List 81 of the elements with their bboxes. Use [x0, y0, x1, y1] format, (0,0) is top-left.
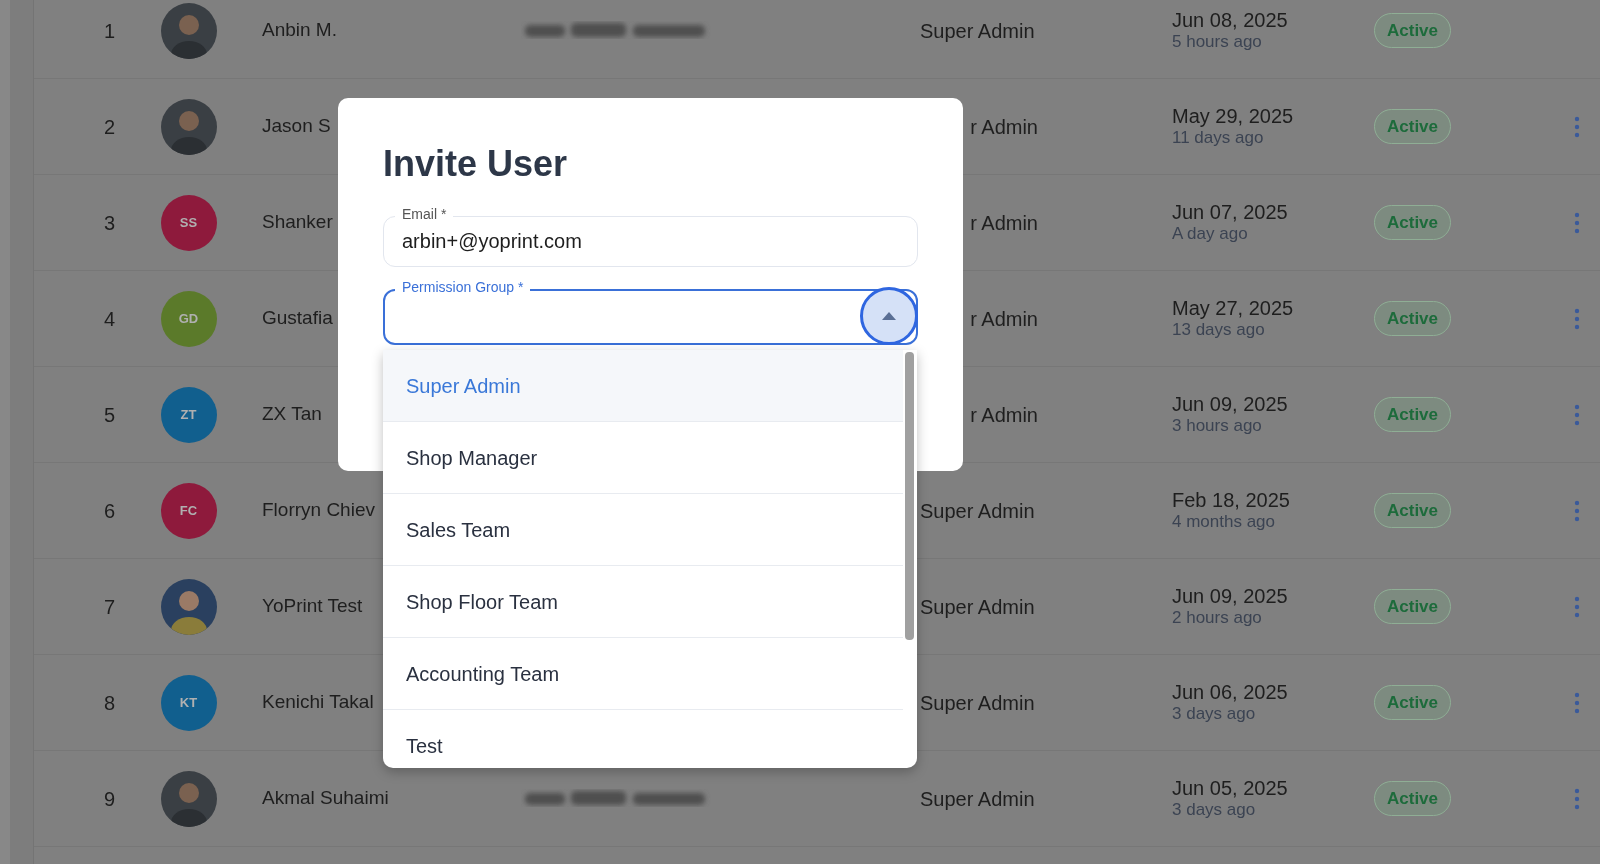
more-options-icon[interactable] — [1574, 499, 1580, 522]
dropdown-toggle-button[interactable] — [860, 286, 918, 345]
field-label: Permission Group * — [395, 278, 531, 296]
row-number: 4 — [103, 307, 116, 330]
dropdown-option[interactable]: Accounting Team — [383, 638, 903, 710]
status-badge: Active — [1374, 396, 1452, 433]
user-name: Shanker — [262, 211, 333, 233]
field-value: arbin+@yoprint.com — [402, 229, 582, 255]
row-number: 9 — [103, 787, 116, 810]
date-text: Jun 08, 2025 — [1172, 8, 1289, 33]
scrollbar-thumb[interactable] — [905, 352, 914, 640]
dropdown-option[interactable]: Shop Floor Team — [383, 566, 903, 638]
caret-up-icon — [882, 311, 896, 320]
row-number: 5 — [103, 403, 116, 426]
relative-time: 3 hours ago — [1172, 416, 1263, 437]
relative-time: 2 hours ago — [1172, 608, 1263, 629]
date-text: Jun 09, 2025 — [1172, 392, 1289, 417]
user-name: Florryn Chiev — [262, 499, 375, 521]
date-text: May 29, 2025 — [1172, 104, 1295, 129]
row-number: 3 — [103, 211, 116, 234]
role-text: r Admin — [970, 115, 1038, 138]
role-text: r Admin — [970, 403, 1038, 426]
modal-title: Invite User — [383, 144, 569, 184]
status-badge: Active — [1374, 684, 1452, 721]
relative-time: 3 days ago — [1172, 800, 1257, 821]
user-name: Anbin M. — [262, 19, 337, 41]
avatar: FC — [160, 482, 217, 539]
status-badge: Active — [1374, 108, 1452, 145]
more-options-icon[interactable] — [1574, 115, 1580, 138]
status-badge: Active — [1374, 492, 1452, 529]
row-number: 2 — [103, 115, 116, 138]
role-text: r Admin — [970, 307, 1038, 330]
user-name: Kenichi Takal — [262, 691, 374, 713]
relative-time: 4 months ago — [1172, 512, 1276, 533]
permission-select[interactable]: Permission Group * — [383, 278, 918, 345]
role-text: r Admin — [970, 211, 1038, 234]
row-number: 1 — [103, 19, 116, 42]
date-text: Jun 07, 2025 — [1172, 200, 1289, 225]
row-number: 7 — [103, 595, 116, 618]
date-text: Feb 18, 2025 — [1172, 488, 1291, 513]
avatar: SS — [160, 194, 217, 251]
status-badge: Active — [1374, 204, 1452, 241]
date-text: Jun 05, 2025 — [1172, 776, 1289, 801]
user-name: Akmal Suhaimi — [262, 787, 389, 809]
role-text: Super Admin — [920, 691, 1035, 714]
dropdown-option[interactable]: Shop Manager — [383, 422, 903, 494]
date-text: Jun 06, 2025 — [1172, 680, 1289, 705]
more-options-icon[interactable] — [1574, 307, 1580, 330]
dropdown-option[interactable]: Test — [383, 710, 903, 768]
more-options-icon[interactable] — [1574, 787, 1580, 810]
role-text: Super Admin — [920, 19, 1035, 42]
more-options-icon[interactable] — [1574, 691, 1580, 714]
relative-time: 13 days ago — [1172, 320, 1266, 341]
date-text: Jun 09, 2025 — [1172, 584, 1289, 609]
avatar: KT — [160, 674, 217, 731]
role-text: Super Admin — [920, 499, 1035, 522]
user-name: YoPrint Test — [262, 595, 363, 617]
more-options-icon[interactable] — [1574, 211, 1580, 234]
more-options-icon[interactable] — [1574, 595, 1580, 618]
dropdown-option[interactable]: Super Admin — [383, 350, 903, 422]
row-number: 6 — [103, 499, 116, 522]
relative-time: 3 days ago — [1172, 704, 1257, 725]
user-name: Gustafia — [262, 307, 333, 329]
row-number: 8 — [103, 691, 116, 714]
user-name: Jason S — [262, 115, 331, 137]
date-text: May 27, 2025 — [1172, 296, 1295, 321]
relative-time: A day ago — [1172, 224, 1249, 245]
status-badge: Active — [1374, 780, 1452, 817]
dropdown-option[interactable]: Sales Team — [383, 494, 903, 566]
user-name: ZX Tan — [262, 403, 322, 425]
relative-time: 11 days ago — [1172, 128, 1265, 149]
role-text: Super Admin — [920, 595, 1035, 618]
status-badge: Active — [1374, 588, 1452, 625]
more-options-icon[interactable] — [1574, 403, 1580, 426]
avatar: GD — [160, 290, 217, 347]
relative-time: 5 hours ago — [1172, 32, 1263, 53]
email-field[interactable]: Email * arbin+@yoprint.com — [383, 205, 918, 267]
status-badge: Active — [1374, 12, 1452, 49]
role-text: Super Admin — [920, 787, 1035, 810]
avatar: ZT — [160, 386, 217, 443]
status-badge: Active — [1374, 300, 1452, 337]
